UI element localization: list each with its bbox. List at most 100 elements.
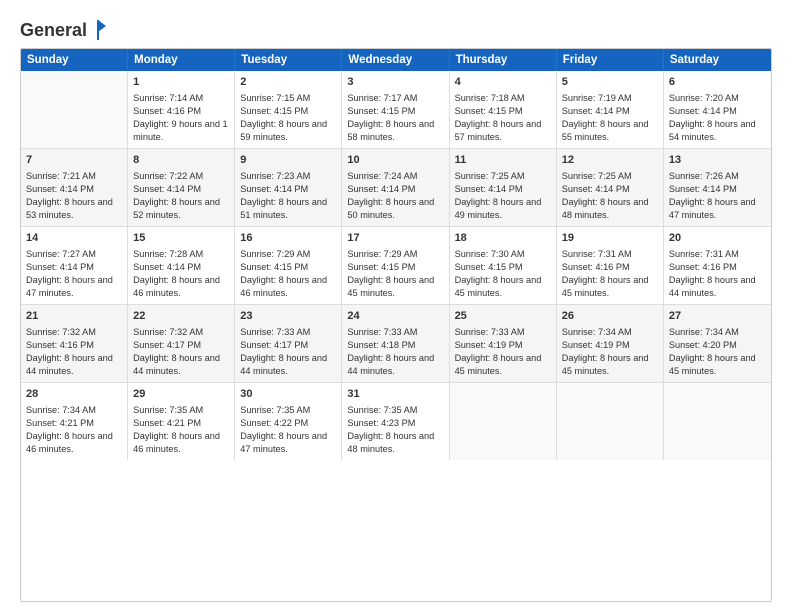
daylight-hours: Daylight: 8 hours and 47 minutes. [240, 430, 336, 456]
calendar-day-31: 31Sunrise: 7:35 AMSunset: 4:23 PMDayligh… [342, 383, 449, 461]
sunrise-time: Sunrise: 7:32 AM [26, 326, 122, 339]
header-day-thursday: Thursday [450, 49, 557, 71]
sunset-time: Sunset: 4:23 PM [347, 417, 443, 430]
day-number: 29 [133, 387, 229, 402]
sunset-time: Sunset: 4:14 PM [26, 183, 122, 196]
day-number: 3 [347, 75, 443, 90]
page-header: General [20, 18, 772, 38]
day-number: 7 [26, 153, 122, 168]
sunrise-time: Sunrise: 7:28 AM [133, 248, 229, 261]
day-number: 26 [562, 309, 658, 324]
calendar-day-9: 9Sunrise: 7:23 AMSunset: 4:14 PMDaylight… [235, 149, 342, 226]
sunrise-time: Sunrise: 7:31 AM [669, 248, 766, 261]
sunset-time: Sunset: 4:14 PM [562, 105, 658, 118]
sunrise-time: Sunrise: 7:25 AM [562, 170, 658, 183]
sunset-time: Sunset: 4:21 PM [26, 417, 122, 430]
calendar-day-22: 22Sunrise: 7:32 AMSunset: 4:17 PMDayligh… [128, 305, 235, 382]
sunrise-time: Sunrise: 7:30 AM [455, 248, 551, 261]
sunset-time: Sunset: 4:14 PM [562, 183, 658, 196]
calendar-day-29: 29Sunrise: 7:35 AMSunset: 4:21 PMDayligh… [128, 383, 235, 461]
calendar-day-4: 4Sunrise: 7:18 AMSunset: 4:15 PMDaylight… [450, 71, 557, 148]
day-number: 6 [669, 75, 766, 90]
daylight-hours: Daylight: 8 hours and 44 minutes. [133, 352, 229, 378]
sunset-time: Sunset: 4:14 PM [133, 183, 229, 196]
calendar-day-5: 5Sunrise: 7:19 AMSunset: 4:14 PMDaylight… [557, 71, 664, 148]
calendar-day-10: 10Sunrise: 7:24 AMSunset: 4:14 PMDayligh… [342, 149, 449, 226]
daylight-hours: Daylight: 8 hours and 59 minutes. [240, 118, 336, 144]
day-number: 9 [240, 153, 336, 168]
sunset-time: Sunset: 4:16 PM [562, 261, 658, 274]
sunrise-time: Sunrise: 7:29 AM [240, 248, 336, 261]
sunset-time: Sunset: 4:15 PM [347, 105, 443, 118]
calendar-empty-cell [664, 383, 771, 461]
day-number: 19 [562, 231, 658, 246]
daylight-hours: Daylight: 8 hours and 47 minutes. [26, 274, 122, 300]
calendar-day-28: 28Sunrise: 7:34 AMSunset: 4:21 PMDayligh… [21, 383, 128, 461]
sunrise-time: Sunrise: 7:31 AM [562, 248, 658, 261]
header-day-tuesday: Tuesday [235, 49, 342, 71]
sunrise-time: Sunrise: 7:24 AM [347, 170, 443, 183]
daylight-hours: Daylight: 8 hours and 54 minutes. [669, 118, 766, 144]
calendar-day-21: 21Sunrise: 7:32 AMSunset: 4:16 PMDayligh… [21, 305, 128, 382]
sunset-time: Sunset: 4:17 PM [240, 339, 336, 352]
calendar-day-18: 18Sunrise: 7:30 AMSunset: 4:15 PMDayligh… [450, 227, 557, 304]
day-number: 24 [347, 309, 443, 324]
day-number: 4 [455, 75, 551, 90]
calendar-day-15: 15Sunrise: 7:28 AMSunset: 4:14 PMDayligh… [128, 227, 235, 304]
daylight-hours: Daylight: 8 hours and 49 minutes. [455, 196, 551, 222]
day-number: 22 [133, 309, 229, 324]
sunrise-time: Sunrise: 7:23 AM [240, 170, 336, 183]
sunrise-time: Sunrise: 7:19 AM [562, 92, 658, 105]
day-number: 2 [240, 75, 336, 90]
daylight-hours: Daylight: 8 hours and 48 minutes. [347, 430, 443, 456]
calendar-day-2: 2Sunrise: 7:15 AMSunset: 4:15 PMDaylight… [235, 71, 342, 148]
sunset-time: Sunset: 4:14 PM [133, 261, 229, 274]
sunset-time: Sunset: 4:18 PM [347, 339, 443, 352]
calendar-body: 1Sunrise: 7:14 AMSunset: 4:16 PMDaylight… [21, 71, 771, 460]
daylight-hours: Daylight: 8 hours and 45 minutes. [562, 274, 658, 300]
day-number: 12 [562, 153, 658, 168]
sunrise-time: Sunrise: 7:34 AM [669, 326, 766, 339]
day-number: 13 [669, 153, 766, 168]
sunset-time: Sunset: 4:17 PM [133, 339, 229, 352]
sunset-time: Sunset: 4:14 PM [26, 261, 122, 274]
sunset-time: Sunset: 4:19 PM [562, 339, 658, 352]
daylight-hours: Daylight: 8 hours and 44 minutes. [347, 352, 443, 378]
daylight-hours: Daylight: 8 hours and 45 minutes. [455, 274, 551, 300]
sunset-time: Sunset: 4:14 PM [240, 183, 336, 196]
sunrise-time: Sunrise: 7:35 AM [240, 404, 336, 417]
sunrise-time: Sunrise: 7:17 AM [347, 92, 443, 105]
calendar-empty-cell [21, 71, 128, 148]
day-number: 25 [455, 309, 551, 324]
day-number: 31 [347, 387, 443, 402]
sunrise-time: Sunrise: 7:20 AM [669, 92, 766, 105]
calendar-day-20: 20Sunrise: 7:31 AMSunset: 4:16 PMDayligh… [664, 227, 771, 304]
daylight-hours: Daylight: 8 hours and 50 minutes. [347, 196, 443, 222]
calendar-day-14: 14Sunrise: 7:27 AMSunset: 4:14 PMDayligh… [21, 227, 128, 304]
calendar-day-25: 25Sunrise: 7:33 AMSunset: 4:19 PMDayligh… [450, 305, 557, 382]
sunset-time: Sunset: 4:14 PM [669, 183, 766, 196]
day-number: 10 [347, 153, 443, 168]
day-number: 30 [240, 387, 336, 402]
header-day-friday: Friday [557, 49, 664, 71]
calendar-empty-cell [450, 383, 557, 461]
calendar-day-16: 16Sunrise: 7:29 AMSunset: 4:15 PMDayligh… [235, 227, 342, 304]
sunrise-time: Sunrise: 7:22 AM [133, 170, 229, 183]
daylight-hours: Daylight: 8 hours and 45 minutes. [455, 352, 551, 378]
day-number: 1 [133, 75, 229, 90]
calendar-day-27: 27Sunrise: 7:34 AMSunset: 4:20 PMDayligh… [664, 305, 771, 382]
daylight-hours: Daylight: 8 hours and 53 minutes. [26, 196, 122, 222]
logo: General [20, 18, 108, 38]
daylight-hours: Daylight: 8 hours and 58 minutes. [347, 118, 443, 144]
calendar-week-5: 28Sunrise: 7:34 AMSunset: 4:21 PMDayligh… [21, 383, 771, 461]
daylight-hours: Daylight: 8 hours and 44 minutes. [26, 352, 122, 378]
calendar-day-11: 11Sunrise: 7:25 AMSunset: 4:14 PMDayligh… [450, 149, 557, 226]
calendar-day-1: 1Sunrise: 7:14 AMSunset: 4:16 PMDaylight… [128, 71, 235, 148]
logo-flag-icon [88, 18, 108, 42]
day-number: 5 [562, 75, 658, 90]
calendar-week-2: 7Sunrise: 7:21 AMSunset: 4:14 PMDaylight… [21, 149, 771, 227]
day-number: 17 [347, 231, 443, 246]
sunrise-time: Sunrise: 7:25 AM [455, 170, 551, 183]
daylight-hours: Daylight: 8 hours and 45 minutes. [669, 352, 766, 378]
daylight-hours: Daylight: 8 hours and 46 minutes. [240, 274, 336, 300]
